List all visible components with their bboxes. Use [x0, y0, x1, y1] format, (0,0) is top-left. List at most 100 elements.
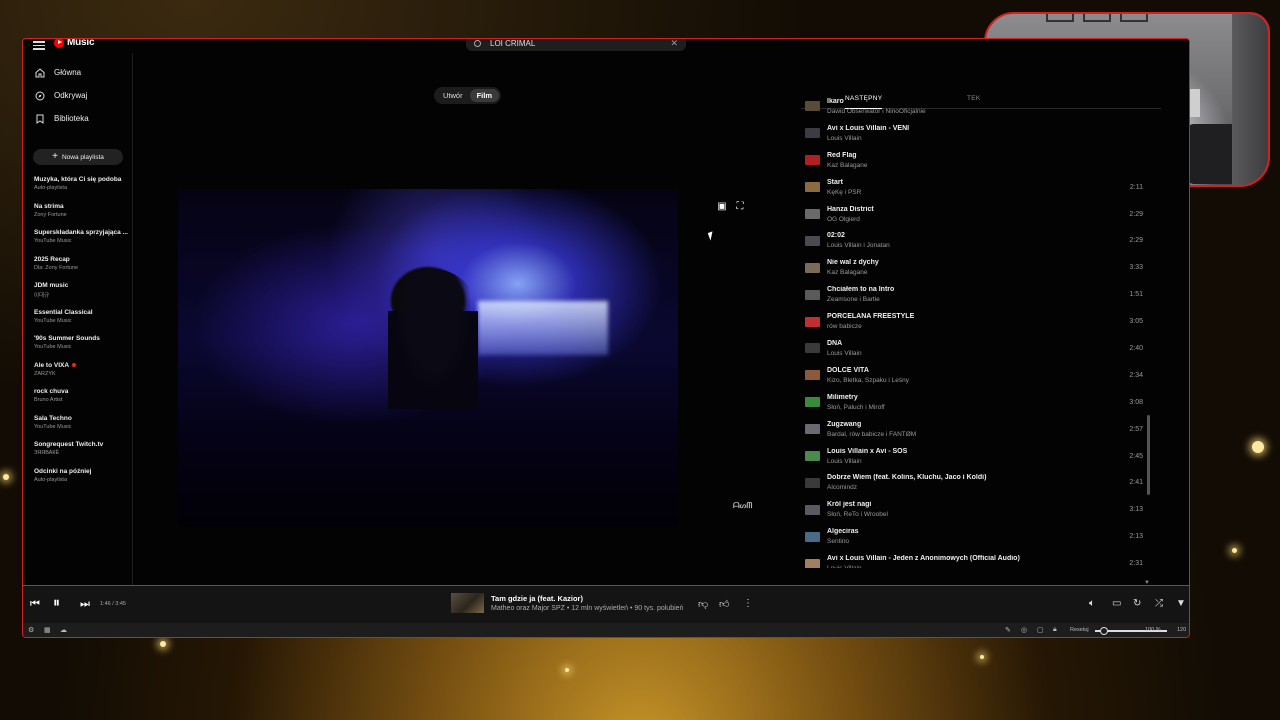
playlist-item[interactable]: rock chuva Bruno Artist [23, 388, 132, 415]
sparkle-decoration [3, 474, 9, 480]
queue-item-duration: 3:05 [1129, 318, 1143, 326]
queue-item-text: 02:02 Louis Villain i Jonatan [827, 232, 1146, 249]
sparkle-decoration [160, 641, 166, 647]
edit-icon[interactable]: ✎ [1005, 626, 1011, 634]
more-options-icon[interactable]: ⋮ [743, 598, 753, 609]
queue-item[interactable]: Nie wal z dychy Kaz Balagane 3:33 [801, 254, 1146, 281]
top-bar: Music ✕ [23, 39, 1189, 53]
volume-reset-label[interactable]: Resetuj [1070, 627, 1089, 633]
app-logo[interactable]: Music [54, 39, 95, 48]
playlist-item[interactable]: '90s Summer Sounds YouTube Music [23, 335, 132, 362]
queue-item-duration: 2:29 [1129, 237, 1143, 245]
now-playing-title[interactable]: Tam gdzie ja (feat. Kazior) [491, 594, 583, 603]
playlist-subtitle: YouTube Music [34, 423, 72, 430]
playlist-item[interactable]: Sala Techno YouTube Music [23, 415, 132, 442]
expand-player-icon[interactable]: ▼ [1176, 598, 1186, 609]
previous-track-icon[interactable]: ⏮ [30, 597, 40, 611]
miniplayer-toggle-icon[interactable]: ▦ [44, 626, 51, 634]
playlist-item[interactable]: JDM music 이대규 [23, 282, 132, 309]
sidebar: Główna Odkrywaj Biblioteka + Nowa playli… [23, 53, 133, 585]
sidebar-item-label: Odkrywaj [54, 91, 88, 100]
queue-item[interactable]: Chciałem to na Intro Zeamsone i Bartie 1:5… [801, 281, 1146, 308]
sidebar-item-explore[interactable]: Odkrywaj [23, 84, 132, 107]
playlist-title-text: Ale to VIXA [34, 361, 70, 369]
scrollbar-thumb[interactable] [1147, 415, 1150, 495]
discord-icon[interactable]: ◎ [1021, 626, 1027, 634]
playlist-title: Superskładanka sprzyjająca ... [34, 229, 128, 236]
window-icon[interactable]: ▢ [1037, 626, 1044, 634]
search-bar[interactable]: ✕ [466, 39, 686, 51]
song-video-toggle: Utwór Film [434, 87, 502, 104]
search-input[interactable] [490, 39, 660, 48]
pause-icon[interactable]: ⏸ [53, 595, 60, 609]
like-icon[interactable]: 👍︎ [719, 598, 729, 610]
shuffle-icon[interactable]: ⤮ [1155, 598, 1163, 609]
playlist-item[interactable]: Odcinki na później Auto-playlista [23, 468, 132, 495]
volume-value: 120 [1177, 627, 1187, 633]
next-track-icon[interactable]: ⏭ [80, 597, 90, 611]
queue-item-artist: Kizo, Bletka, Szpaku i Leśny [827, 376, 910, 384]
queue-item[interactable]: Milimetry Słoń, Paluch i Miroff 3:08 [801, 389, 1146, 416]
queue-item[interactable]: Dobrze Wiem (feat. Kolins, Kluchu, Jaco … [801, 469, 1146, 496]
tab-video[interactable]: Film [469, 89, 500, 102]
queue-item-thumbnail [805, 477, 820, 488]
playlist-item[interactable]: Superskładanka sprzyjająca ... YouTube Mu… [23, 229, 132, 256]
queue-scrollbar[interactable] [1147, 109, 1151, 584]
cloud-icon[interactable]: ☁ [60, 626, 67, 634]
queue-item[interactable]: Król jest nagi Słoń, ReTo i Wroobel 3:13 [801, 496, 1146, 523]
now-playing-thumbnail[interactable] [451, 593, 484, 613]
queue-item-title: Zugzwang [827, 420, 862, 428]
sidebar-item-home[interactable]: Główna [23, 61, 132, 84]
playlist-item[interactable]: Na strima Zony Fortune [23, 203, 132, 230]
repeat-icon[interactable]: ↻ [1133, 598, 1141, 609]
queue-item[interactable]: Red Flag Kaz Balagane [801, 147, 1146, 174]
queue-item-thumbnail [805, 128, 820, 139]
settings-icon[interactable]: ⚙ [28, 626, 34, 634]
dislike-icon[interactable]: 👎︎ [698, 598, 708, 610]
miniplayer-icon[interactable]: ▣ [716, 201, 728, 213]
queue-item[interactable]: DNA Louis Villain 2:40 [801, 335, 1146, 362]
queue-item[interactable]: DOLCE VITA Kizo, Bletka, Szpaku i Leśny 2:… [801, 362, 1146, 389]
sidebar-item-library[interactable]: Biblioteka [23, 107, 132, 130]
queue-item[interactable]: Louis Villain x Avi - SOS Louis Villain 2:… [801, 443, 1146, 470]
playlist-item[interactable]: Essential Classical YouTube Music [23, 309, 132, 336]
lock-icon[interactable]: 🔒︎ [1053, 626, 1057, 634]
picture-frame [1046, 14, 1074, 22]
queue-list: Ikaro Dawid Obserwator i NinoOficjalnie Av… [801, 93, 1146, 568]
playlist-list: Muzyka, która Ci się podoba Auto-playlist… [23, 176, 132, 494]
playlist-item[interactable]: Ale to VIXA ZARZYK [23, 362, 132, 389]
mouse-cursor [707, 231, 716, 241]
playlist-subtitle: Zony Fortune [34, 211, 67, 218]
queue-item[interactable]: Hanza District OG Olgierd 2:29 [801, 201, 1146, 228]
queue-item-title: Louis Villain x Avi - SOS [827, 447, 908, 455]
playlist-item[interactable]: Songrequest Twitch.tv ЗЯЯВАКЁ [23, 441, 132, 468]
queue-item[interactable]: Zugzwang Bardal, rów babicze i FANTØM 2:57 [801, 416, 1146, 443]
playlist-item[interactable]: Muzyka, która Ci się podoba Auto-playlist… [23, 176, 132, 203]
video-player[interactable] [178, 189, 678, 527]
queue-item[interactable]: Start KęKę i PSR 2:11 [801, 174, 1146, 201]
queue-item-text: Król jest nagi Słoń, ReTo i Wroobel [827, 501, 1146, 518]
new-playlist-button[interactable]: + Nowa playlista [33, 149, 123, 165]
captions-icon[interactable]: ▭ [1112, 598, 1121, 609]
queue-item[interactable]: PORCELANA FREESTYLE rów babicze 3:05 [801, 308, 1146, 335]
tab-song[interactable]: Utwór [436, 89, 470, 102]
queue-item[interactable]: Algeciras Sentino 2:13 [801, 523, 1146, 550]
queue-item-artist: Kaz Balagane [827, 161, 868, 169]
queue-item-title: Avi x Louis Villain - VENI [827, 124, 910, 132]
fullscreen-icon[interactable]: ⛶ [734, 201, 746, 213]
playlist-title: JDM music [34, 282, 69, 289]
queue-item[interactable]: Avi x Louis Villain - Jeden z Anonimowyc… [801, 550, 1146, 568]
queue-item-thumbnail [805, 424, 820, 435]
volume-icon[interactable]: 🔈︎ [1089, 598, 1095, 609]
queue-item-text: Red Flag Kaz Balagane [827, 152, 1146, 169]
volume-slider-knob[interactable] [1100, 627, 1108, 635]
playlist-item[interactable]: 2025 Recap Dla: Zony Fortune [23, 256, 132, 283]
hamburger-menu-icon[interactable] [33, 39, 45, 50]
queue-item-thumbnail [805, 316, 820, 327]
queue-item[interactable]: Avi x Louis Villain - VENI Louis Villain [801, 120, 1146, 147]
playlist-title: Sala Techno [34, 414, 72, 422]
now-playing-meta: Matheo oraz Major SPZ • 12 mln wyświetle… [491, 605, 684, 612]
clear-search-icon[interactable]: ✕ [670, 39, 678, 49]
queue-item[interactable]: Ikaro Dawid Obserwator i NinoOficjalnie [801, 93, 1146, 120]
queue-item[interactable]: 02:02 Louis Villain i Jonatan 2:29 [801, 227, 1146, 254]
